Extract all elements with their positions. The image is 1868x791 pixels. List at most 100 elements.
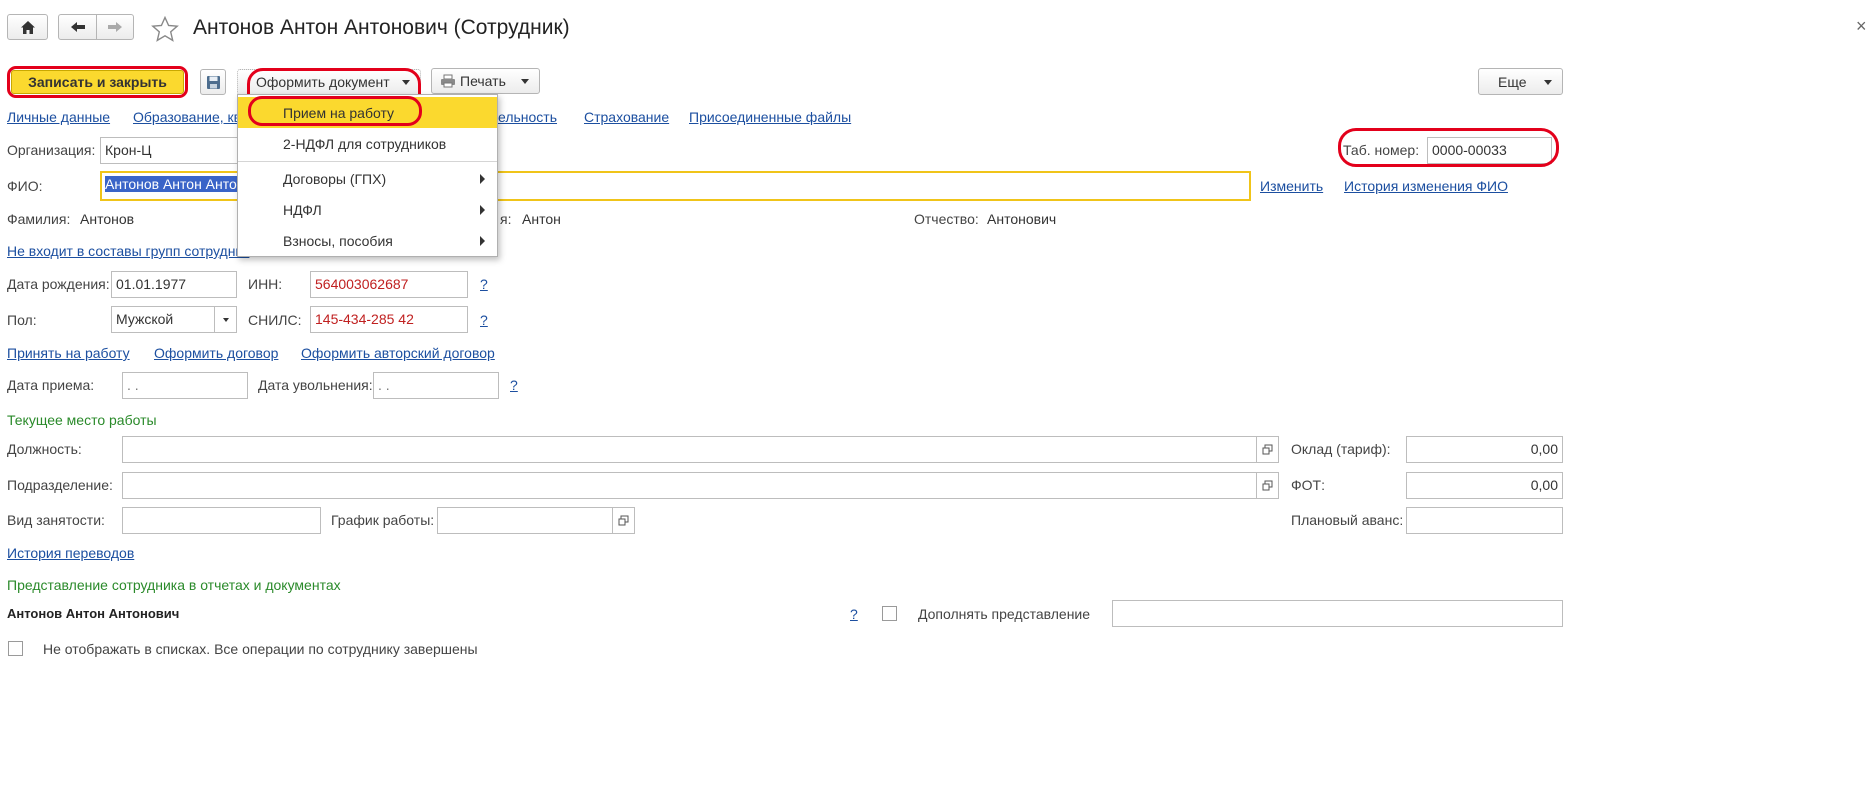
save-close-button[interactable]: Записать и закрыть — [11, 70, 184, 94]
menu-item-label: Прием на работу — [283, 104, 395, 121]
chevron-down-icon — [1544, 80, 1552, 85]
menu-item-label: Взносы, пособия — [283, 232, 393, 249]
department-label: Подразделение: — [7, 477, 113, 493]
advance-field[interactable] — [1406, 507, 1563, 534]
print-dropdown-button[interactable]: Печать — [431, 68, 540, 94]
nav-link-personal[interactable]: Личные данные — [7, 109, 110, 125]
transfers-history-link[interactable]: История переводов — [7, 545, 134, 561]
nav-link-education[interactable]: Образование, кв — [133, 109, 241, 125]
org-label: Организация: — [7, 142, 96, 158]
supplement-label: Дополнять представление — [918, 606, 1091, 622]
current-work-section-title: Текущее место работы — [7, 412, 157, 428]
employment-type-field[interactable] — [122, 507, 321, 534]
chevron-right-icon — [480, 174, 485, 184]
patronymic-label: Отчество: — [914, 211, 979, 227]
snils-help-link[interactable]: ? — [480, 312, 488, 328]
fire-date-label: Дата увольнения: — [258, 377, 373, 393]
menu-item-contributions[interactable]: Взносы, пособия — [238, 225, 497, 256]
supplement-field[interactable] — [1112, 600, 1563, 627]
department-field[interactable] — [122, 472, 1257, 499]
salary-field[interactable]: 0,00 — [1406, 436, 1563, 463]
menu-item-gph-contracts[interactable]: Договоры (ГПХ) — [238, 163, 497, 194]
salary-label: Оклад (тариф): — [1291, 441, 1391, 457]
fio-history-link[interactable]: История изменения ФИО — [1344, 178, 1508, 194]
hire-link[interactable]: Принять на работу — [7, 345, 130, 361]
home-button[interactable] — [7, 14, 48, 40]
chevron-right-icon — [480, 205, 485, 215]
schedule-field[interactable] — [437, 507, 613, 534]
menu-item-label: Договоры (ГПХ) — [283, 170, 387, 187]
nav-link-activity[interactable]: ельность — [498, 109, 557, 125]
inn-field[interactable]: 564003062687 — [310, 271, 468, 298]
nav-link-insurance[interactable]: Страхование — [584, 109, 669, 125]
menu-item-ndfl[interactable]: НДФЛ — [238, 194, 497, 225]
nav-link-files[interactable]: Присоединенные файлы — [689, 109, 851, 125]
employment-type-label: Вид занятости: — [7, 512, 105, 528]
floppy-disk-icon — [206, 75, 220, 89]
patronymic-value: Антонович — [987, 211, 1057, 227]
print-label: Печать — [460, 73, 506, 89]
hide-in-lists-checkbox[interactable] — [8, 641, 23, 656]
schedule-label: График работы: — [331, 512, 435, 528]
document-dropdown-menu: Прием на работу 2-НДФЛ для сотрудников Д… — [237, 94, 498, 257]
arrow-left-icon — [70, 22, 85, 32]
snils-field[interactable]: 145-434-285 42 — [310, 306, 468, 333]
hide-in-lists-label: Не отображать в списках. Все операции по… — [43, 641, 478, 657]
tab-number-field[interactable]: 0000-00033 — [1427, 137, 1552, 164]
sex-select[interactable]: Мужской — [111, 306, 215, 333]
back-button[interactable] — [58, 14, 97, 40]
close-icon[interactable]: × — [1856, 16, 1867, 37]
favorite-star-icon[interactable] — [151, 16, 179, 42]
fot-field[interactable]: 0,00 — [1406, 472, 1563, 499]
save-button[interactable] — [200, 69, 226, 95]
chevron-down-icon — [222, 317, 229, 322]
fio-label: ФИО: — [7, 178, 43, 194]
open-window-icon — [1262, 480, 1273, 491]
document-dropdown-button[interactable]: Оформить документ — [237, 69, 421, 95]
contract-link[interactable]: Оформить договор — [154, 345, 278, 361]
groups-link[interactable]: Не входит в составы групп сотрудник — [7, 243, 249, 259]
more-button[interactable]: Еще — [1478, 68, 1563, 95]
dates-help-link[interactable]: ? — [510, 377, 518, 393]
birth-date-field[interactable]: 01.01.1977 — [111, 271, 237, 298]
forward-button[interactable] — [96, 14, 134, 40]
position-open-button[interactable] — [1257, 436, 1279, 463]
presentation-help-link[interactable]: ? — [850, 606, 858, 622]
chevron-right-icon — [480, 236, 485, 246]
tab-number-label: Таб. номер: — [1343, 142, 1420, 158]
change-fio-link[interactable]: Изменить — [1260, 178, 1323, 194]
birth-date-label: Дата рождения: — [7, 276, 110, 292]
schedule-open-button[interactable] — [613, 507, 635, 534]
menu-item-hire[interactable]: Прием на работу — [238, 97, 497, 128]
inn-help-link[interactable]: ? — [480, 276, 488, 292]
fire-date-field[interactable]: . . — [373, 372, 499, 399]
surname-value: Антонов — [80, 211, 135, 227]
chevron-down-icon — [521, 79, 529, 84]
inn-label: ИНН: — [248, 276, 283, 292]
save-close-label: Записать и закрыть — [28, 74, 167, 90]
menu-item-2ndfl[interactable]: 2-НДФЛ для сотрудников — [238, 128, 497, 159]
more-label: Еще — [1498, 73, 1527, 90]
hire-date-field[interactable]: . . — [122, 372, 248, 399]
open-window-icon — [1262, 444, 1273, 455]
menu-item-label: НДФЛ — [283, 201, 322, 218]
open-window-icon — [618, 515, 629, 526]
menu-separator — [238, 161, 497, 162]
presentation-section-title: Представление сотрудника в отчетах и док… — [7, 577, 341, 593]
name-label: я: — [500, 211, 512, 227]
advance-label: Плановый аванс: — [1291, 512, 1404, 528]
surname-label: Фамилия: — [7, 211, 71, 227]
position-field[interactable] — [122, 436, 1257, 463]
org-field[interactable]: Крон-Ц — [100, 137, 250, 164]
presentation-value: Антонов Антон Антонович — [7, 606, 180, 621]
snils-label: СНИЛС: — [248, 312, 302, 328]
sex-dropdown-button[interactable] — [215, 306, 237, 333]
document-dropdown-label: Оформить документ — [256, 74, 390, 90]
printer-icon — [441, 74, 455, 88]
page-title: Антонов Антон Антонович (Сотрудник) — [193, 16, 570, 39]
sex-label: Пол: — [7, 312, 37, 328]
supplement-checkbox[interactable] — [882, 606, 897, 621]
home-icon — [20, 20, 35, 34]
author-contract-link[interactable]: Оформить авторский договор — [301, 345, 495, 361]
department-open-button[interactable] — [1257, 472, 1279, 499]
